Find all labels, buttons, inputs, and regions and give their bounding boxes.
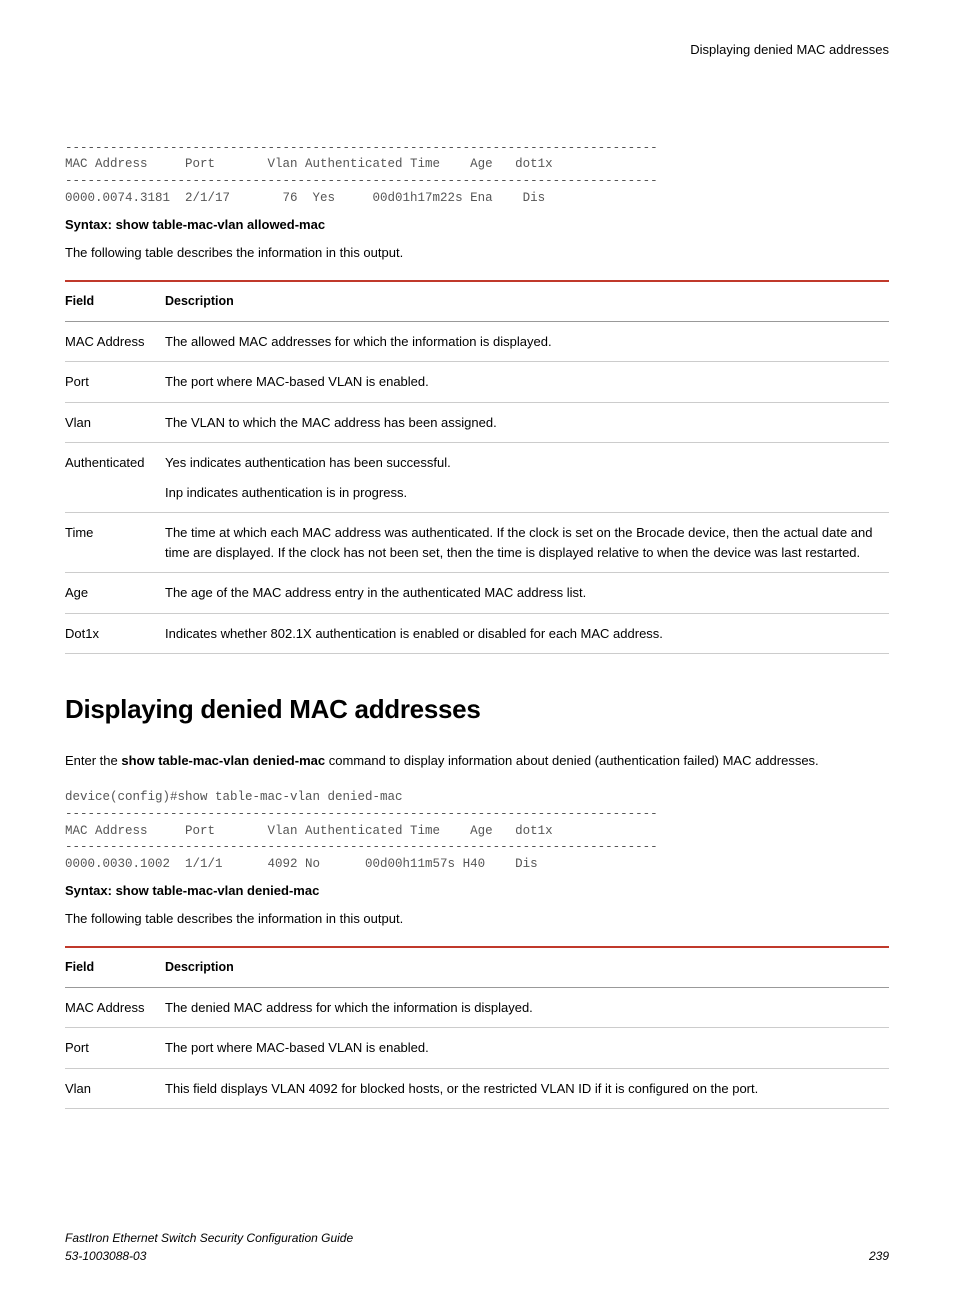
desc-cell: The port where MAC-based VLAN is enabled… [165, 1028, 889, 1069]
table-row: AuthenticatedYes indicates authenticatio… [65, 443, 889, 513]
syntax-allowed: Syntax: show table-mac-vlan allowed-mac [65, 215, 889, 235]
footer-doc-id: 53-1003088-03 [65, 1247, 353, 1265]
intro-allowed: The following table describes the inform… [65, 243, 889, 263]
desc-text: This field displays VLAN 4092 for blocke… [165, 1079, 883, 1099]
table-row: VlanThe VLAN to which the MAC address ha… [65, 402, 889, 443]
syntax-denied: Syntax: show table-mac-vlan denied-mac [65, 881, 889, 901]
table-row: VlanThis field displays VLAN 4092 for bl… [65, 1068, 889, 1109]
desc-cell: The allowed MAC addresses for which the … [165, 321, 889, 362]
field-cell: Port [65, 1028, 165, 1069]
desc-text: The denied MAC address for which the inf… [165, 998, 883, 1018]
desc-cell: The VLAN to which the MAC address has be… [165, 402, 889, 443]
field-cell: MAC Address [65, 987, 165, 1028]
desc-cell: The port where MAC-based VLAN is enabled… [165, 362, 889, 403]
table-row: MAC AddressThe denied MAC address for wh… [65, 987, 889, 1028]
cli-output-denied: device(config)#show table-mac-vlan denie… [65, 789, 889, 873]
field-cell: Vlan [65, 1068, 165, 1109]
footer-doc-title: FastIron Ethernet Switch Security Config… [65, 1229, 353, 1247]
desc-text: The age of the MAC address entry in the … [165, 583, 883, 603]
th-desc: Description [165, 947, 889, 987]
desc-text: The port where MAC-based VLAN is enabled… [165, 1038, 883, 1058]
table-row: TimeThe time at which each MAC address w… [65, 513, 889, 573]
footer-page-number: 239 [869, 1247, 889, 1265]
desc-text: Inp indicates authentication is in progr… [165, 483, 883, 503]
desc-cell: Yes indicates authentication has been su… [165, 443, 889, 513]
desc-text: Yes indicates authentication has been su… [165, 453, 883, 473]
table-row: MAC AddressThe allowed MAC addresses for… [65, 321, 889, 362]
table-row: PortThe port where MAC-based VLAN is ena… [65, 1028, 889, 1069]
para2-a: Enter the [65, 753, 121, 768]
field-cell: Authenticated [65, 443, 165, 513]
table-row: PortThe port where MAC-based VLAN is ena… [65, 362, 889, 403]
para2-b: command to display information about den… [325, 753, 819, 768]
intro-denied-command: Enter the show table-mac-vlan denied-mac… [65, 751, 889, 771]
desc-text: The port where MAC-based VLAN is enabled… [165, 372, 883, 392]
desc-cell: Indicates whether 802.1X authentication … [165, 613, 889, 654]
th-field: Field [65, 281, 165, 321]
desc-cell: This field displays VLAN 4092 for blocke… [165, 1068, 889, 1109]
desc-text: The time at which each MAC address was a… [165, 523, 883, 562]
intro-denied: The following table describes the inform… [65, 909, 889, 929]
field-cell: Time [65, 513, 165, 573]
table-denied-fields: Field Description MAC AddressThe denied … [65, 946, 889, 1109]
table-allowed-fields: Field Description MAC AddressThe allowed… [65, 280, 889, 654]
desc-cell: The denied MAC address for which the inf… [165, 987, 889, 1028]
field-cell: MAC Address [65, 321, 165, 362]
table-row: AgeThe age of the MAC address entry in t… [65, 573, 889, 614]
table-row: Dot1xIndicates whether 802.1X authentica… [65, 613, 889, 654]
desc-text: Indicates whether 802.1X authentication … [165, 624, 883, 644]
section-heading-denied: Displaying denied MAC addresses [65, 690, 889, 729]
field-cell: Dot1x [65, 613, 165, 654]
desc-cell: The age of the MAC address entry in the … [165, 573, 889, 614]
field-cell: Port [65, 362, 165, 403]
cli-output-allowed: ----------------------------------------… [65, 140, 889, 208]
th-field: Field [65, 947, 165, 987]
field-cell: Vlan [65, 402, 165, 443]
desc-text: The VLAN to which the MAC address has be… [165, 413, 883, 433]
field-cell: Age [65, 573, 165, 614]
page-header-title: Displaying denied MAC addresses [65, 40, 889, 60]
desc-cell: The time at which each MAC address was a… [165, 513, 889, 573]
desc-text: The allowed MAC addresses for which the … [165, 332, 883, 352]
para2-bold: show table-mac-vlan denied-mac [121, 753, 325, 768]
th-desc: Description [165, 281, 889, 321]
